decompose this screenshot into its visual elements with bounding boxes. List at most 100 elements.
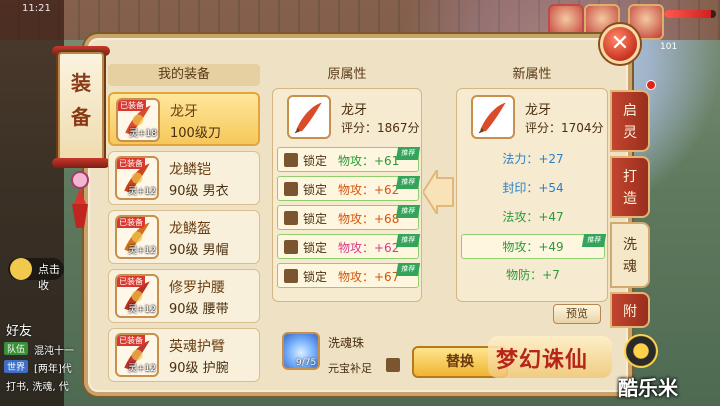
ling-level: 灵+12 (128, 305, 156, 315)
chat-line-3: 打书, 洗魂, 代 (6, 382, 69, 393)
hp-bar (664, 10, 716, 18)
new-title: 新属性 (512, 67, 552, 82)
recommend-badge: 推荐 (395, 176, 421, 189)
new-attr-value: 法力：+27 (502, 152, 564, 166)
lock-label: 锁定 (303, 183, 328, 197)
new-attr-row: 物防：+7 (461, 263, 605, 288)
equipment-type: 90级 腰带 (169, 302, 229, 317)
recommend-badge: 推荐 (581, 234, 607, 247)
new-attr-row: 封印：+54 (461, 176, 605, 201)
original-title: 原属性 (327, 67, 367, 82)
lock-label: 锁定 (303, 270, 328, 284)
lock-checkbox[interactable] (284, 182, 298, 196)
watermark: 酷乐米 (618, 376, 678, 400)
lock-label: 锁定 (303, 212, 328, 226)
equipment-name: 龙鳞盔 (169, 221, 211, 237)
banner-title: 装备 (71, 71, 91, 129)
recommend-badge: 推荐 (395, 205, 421, 218)
close-button[interactable]: ✕ (600, 24, 640, 64)
lock-checkbox[interactable] (284, 240, 298, 254)
ling-level: 灵+12 (128, 187, 156, 197)
equipment-icon: 已装备灵+12 (115, 333, 159, 377)
original-attr-row[interactable]: 锁定 物攻：+68 推荐 (277, 205, 421, 230)
equipment-item[interactable]: 已装备灵+12 英魂护臂 90级 护腕 (108, 328, 260, 382)
play-icon[interactable] (10, 258, 32, 280)
original-attr-value: 物攻：+68 (338, 212, 400, 226)
new-attributes-section: 新属性 龙牙 评分：1704分 法力：+27 封印：+54 法攻：+47 物攻：+49… (456, 64, 608, 304)
new-attr-row: 物攻：+49 推荐 (461, 234, 607, 259)
chat-team-badge: 队伍 (4, 342, 29, 355)
lock-label: 锁定 (303, 241, 328, 255)
my-equipment-list: 我的装备 已装备 灵+18 龙牙 100级刀 已装备 灵+12 龙鳞铠 90级 男衣 已装备 灵+… (104, 64, 262, 394)
equipped-tag: 已装备 (118, 100, 146, 111)
soul-pearl-name: 洗魂珠 (328, 336, 365, 350)
equipped-tag: 已装备 (117, 335, 145, 346)
new-attr-value: 物攻：+49 (502, 240, 564, 254)
ling-level: 灵+12 (128, 246, 156, 256)
site-logo-icon (624, 334, 658, 368)
status-time: 11:21 (22, 3, 51, 14)
equipment-name: 英魂护臂 (169, 339, 225, 355)
chat-line-1: 混沌十一 (34, 346, 74, 357)
original-attr-row[interactable]: 锁定 物攻：+62 推荐 (277, 176, 421, 201)
original-attributes-section: 原属性 龙牙 评分：1867分 锁定 物攻：+61 推荐 锁定 物攻：+62 推荐 锁定 物攻… (272, 64, 422, 304)
chat-line-2: [两年]代 (34, 364, 72, 375)
lock-checkbox[interactable] (284, 211, 298, 225)
equipped-tag: 已装备 (117, 276, 145, 287)
new-attr-row: 法攻：+47 (461, 205, 605, 230)
recommend-badge: 推荐 (395, 147, 421, 160)
new-attributes-box: 龙牙 评分：1704分 法力：+27 封印：+54 法攻：+47 物攻：+49 推荐物防… (456, 88, 608, 302)
new-item-score: 评分：1704分 (525, 121, 604, 135)
original-attributes-box: 龙牙 评分：1867分 锁定 物攻：+61 推荐 锁定 物攻：+62 推荐 锁定 物攻：+68… (272, 88, 422, 302)
recommend-badge: 推荐 (395, 263, 421, 276)
yuanbao-checkbox[interactable] (386, 358, 400, 372)
tab-fu[interactable]: 附 (610, 292, 650, 328)
preview-button[interactable]: 预览 (553, 304, 601, 324)
equipment-type: 90级 护腕 (169, 361, 229, 376)
original-attr-row[interactable]: 锁定 物攻：+62 推荐 (277, 234, 421, 259)
original-attr-row[interactable]: 锁定 物攻：+61 推荐 (277, 147, 421, 172)
new-item-icon (471, 95, 515, 139)
ling-level: 灵+12 (128, 364, 156, 374)
equipment-type: 90级 男衣 (169, 184, 229, 199)
new-item-name: 龙牙 (525, 103, 552, 118)
equipment-icon: 已装备灵+12 (115, 156, 159, 200)
equipment-item[interactable]: 已装备 灵+18 龙牙 100级刀 (108, 92, 260, 146)
tab-dazao[interactable]: 打造 (610, 156, 650, 218)
equipped-tag: 已装备 (117, 217, 145, 228)
equipment-icon: 已装备灵+18 (116, 98, 160, 142)
equipment-type: 90级 男帽 (169, 243, 229, 258)
lock-checkbox[interactable] (284, 269, 298, 283)
game-logo-text: 梦幻诛仙 (496, 347, 589, 373)
tassel-icon (71, 171, 89, 228)
recommend-badge: 推荐 (395, 234, 421, 247)
new-attr-value: 物防：+7 (506, 268, 560, 282)
friend-label[interactable]: 好友 (6, 320, 32, 339)
equipment-name: 龙鳞铠 (169, 162, 211, 178)
equipment-icon: 已装备灵+12 (115, 274, 159, 318)
ling-level: 灵+18 (129, 129, 157, 139)
equipped-tag: 已装备 (117, 158, 145, 169)
tab-xihun[interactable]: 洗魂 (610, 222, 650, 288)
new-attr-value: 封印：+54 (502, 181, 564, 195)
equipment-item[interactable]: 已装备灵+12 修罗护腰 90级 腰带 (108, 269, 260, 323)
original-attr-value: 物攻：+61 (338, 154, 400, 168)
equipment-item[interactable]: 已装备灵+12 龙鳞铠 90级 男衣 (108, 151, 260, 205)
original-item-icon (287, 95, 331, 139)
equipment-name: 龙牙 (170, 104, 198, 120)
original-attr-value: 物攻：+62 (338, 183, 400, 197)
original-item-name: 龙牙 (341, 103, 368, 118)
chat-world-badge: 世界 (4, 360, 29, 373)
original-attr-row[interactable]: 锁定 物攻：+67 推荐 (277, 263, 421, 288)
original-attr-value: 物攻：+67 (338, 270, 400, 284)
banner-bottom-rod (52, 158, 110, 168)
equipment-item[interactable]: 已装备灵+12 龙鳞盔 90级 男帽 (108, 210, 260, 264)
equipment-icon: 已装备灵+12 (115, 215, 159, 259)
notification-dot (646, 80, 656, 90)
lock-checkbox[interactable] (284, 153, 298, 167)
equipment-name: 修罗护腰 (169, 280, 225, 296)
level-readout: 101 (660, 42, 678, 52)
tab-qiling[interactable]: 启灵 (610, 90, 650, 152)
original-attr-value: 物攻：+62 (338, 241, 400, 255)
new-attr-value: 法攻：+47 (502, 210, 564, 224)
